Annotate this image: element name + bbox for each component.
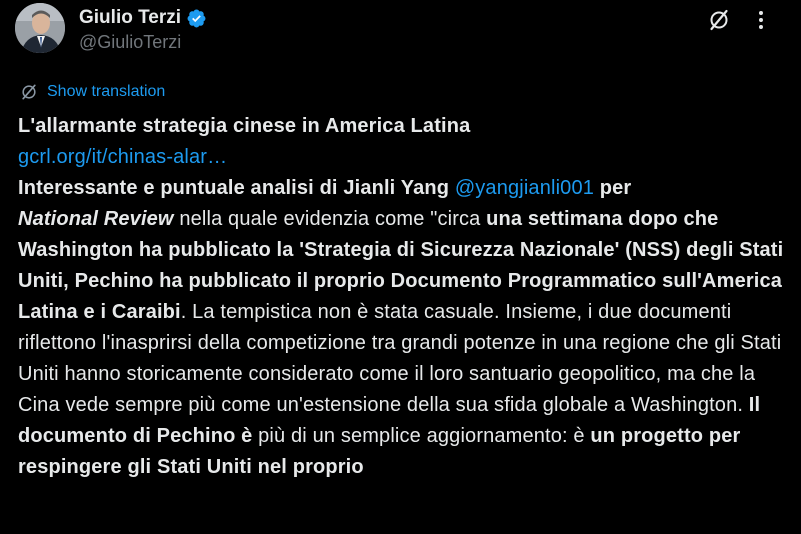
translate-icon: [22, 84, 36, 100]
author-block: Giulio Terzi @GiulioTerzi: [79, 6, 207, 53]
tweet-body-1: nella quale evidenzia come "circa: [173, 208, 487, 230]
show-translation-label: Show translation: [47, 83, 166, 100]
author-name[interactable]: Giulio Terzi: [79, 7, 181, 29]
show-translation-link[interactable]: Show translation: [19, 82, 165, 102]
tweet-intro-bold-end: per: [594, 177, 632, 199]
tweet-headline: L'allarmante strategia cinese in America…: [18, 115, 471, 137]
verified-badge-icon[interactable]: [186, 8, 207, 29]
author-handle[interactable]: @GiulioTerzi: [79, 32, 207, 53]
tweet-url-link[interactable]: gcrl.org/it/chinas-alar…: [18, 146, 227, 168]
tweet-body-3: più di un semplice aggiornamento: è: [252, 425, 591, 447]
mention-link[interactable]: @yangjianli001: [455, 177, 594, 199]
tweet-intro-bold: Interessante e puntuale analisi di Jianl…: [18, 177, 455, 199]
grok-icon[interactable]: [707, 8, 731, 32]
tweet-text: L'allarmante strategia cinese in America…: [18, 111, 793, 483]
publication-name: National Review: [18, 208, 174, 230]
avatar[interactable]: [15, 3, 65, 53]
more-options-icon[interactable]: [749, 8, 773, 32]
tweet-header-actions: [689, 8, 773, 32]
avatar-photo: [15, 3, 65, 53]
author-name-row: Giulio Terzi: [79, 6, 207, 30]
